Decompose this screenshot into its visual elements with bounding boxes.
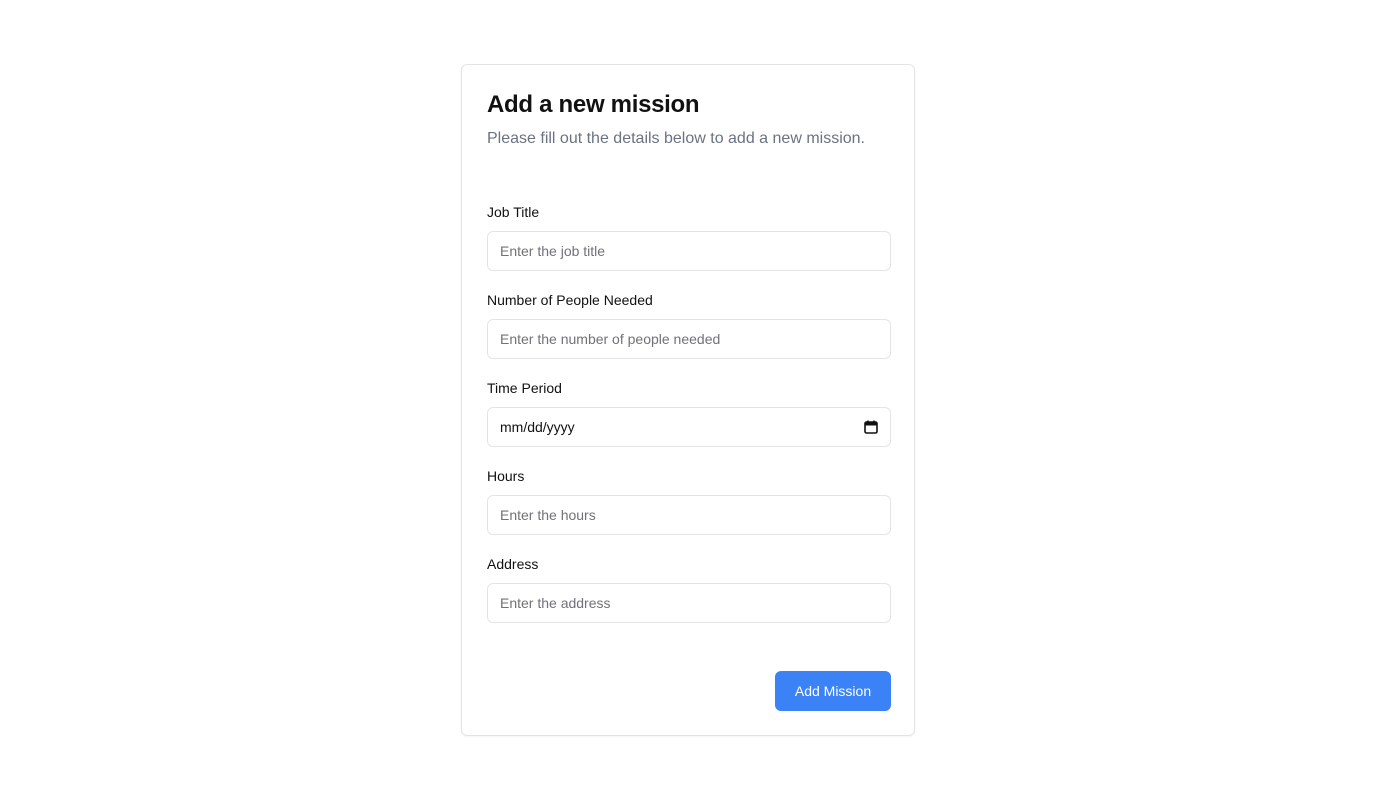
page-title: Add a new mission xyxy=(487,91,700,118)
hours-input[interactable] xyxy=(487,495,891,535)
time-period-label: Time Period xyxy=(487,380,562,396)
hours-label: Hours xyxy=(487,468,525,484)
add-mission-button[interactable]: Add Mission xyxy=(775,671,891,711)
time-period-date-input[interactable]: mm/dd/yyyy xyxy=(487,407,891,447)
people-needed-label: Number of People Needed xyxy=(487,292,653,308)
job-title-label: Job Title xyxy=(487,204,540,220)
date-input-value: mm/dd/yyyy xyxy=(500,419,575,435)
add-mission-card: Add a new mission Please fill out the de… xyxy=(461,64,915,736)
calendar-icon[interactable] xyxy=(864,420,878,434)
address-label: Address xyxy=(487,556,539,572)
people-needed-input[interactable] xyxy=(487,319,891,359)
page-subtitle: Please fill out the details below to add… xyxy=(487,130,865,147)
address-input[interactable] xyxy=(487,583,891,623)
job-title-input[interactable] xyxy=(487,231,891,271)
